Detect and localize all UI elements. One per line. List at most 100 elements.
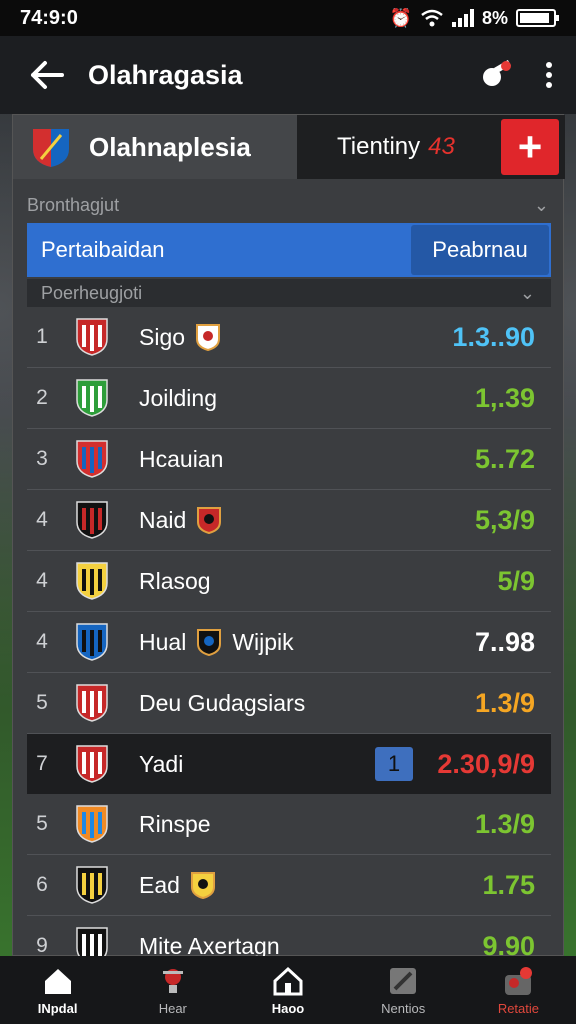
status-time: 74:9:0 <box>20 6 78 29</box>
table-row[interactable]: 4 Rlasog 5/9 <box>27 551 551 612</box>
rank-number: 7 <box>36 752 48 775</box>
table-row[interactable]: 4 Hual Wijpik 7..98 <box>27 612 551 673</box>
status-icons: ⏰ 8% <box>389 7 559 29</box>
team-crest-icon <box>76 501 108 539</box>
rank-number: 6 <box>36 873 48 896</box>
signal-icon <box>451 9 474 27</box>
sponsor-badge-icon <box>197 629 222 656</box>
table-row[interactable]: 7 Yadi 1 2.30,9/9 <box>27 734 551 794</box>
table-row[interactable]: 5 Rinspe 1.3/9 <box>27 794 551 855</box>
alarm-icon: ⏰ <box>389 7 412 28</box>
battery-icon <box>516 9 559 27</box>
sponsor-badge-icon <box>196 324 221 351</box>
team-cell: Hcauian <box>139 446 223 473</box>
team-cell: Yadi <box>139 751 183 778</box>
club-header: Olahnaplesia Tientiny 43 + <box>13 115 565 179</box>
sponsor-badge-icon <box>190 872 215 899</box>
rank-number: 4 <box>36 630 48 653</box>
team-cell: Rinspe <box>139 811 211 838</box>
team-name: Hcauian <box>139 445 224 472</box>
league-panel: Olahnaplesia Tientiny 43 + Bronthagjut ⌄… <box>12 114 565 977</box>
status-bar: 74:9:0 ⏰ 8% <box>0 0 576 36</box>
team-value: 7..98 <box>474 626 535 657</box>
team-crest-icon <box>76 745 108 783</box>
table-row[interactable]: 5 Deu Gudagsiars 1.3/9 <box>27 673 551 734</box>
rank-number: 5 <box>36 691 48 714</box>
territory-box[interactable]: Tientiny 43 + <box>297 115 565 179</box>
news-icon <box>390 967 417 994</box>
whistle-icon[interactable] <box>480 60 514 90</box>
team-value: 5,3/9 <box>474 504 535 535</box>
team-name: Hual <box>139 628 187 655</box>
team-crest-icon <box>76 684 108 722</box>
nav-label: INpdal <box>37 1000 78 1016</box>
team-cell: Rlasog <box>139 568 211 595</box>
team-name: Sigo <box>139 323 186 350</box>
app-bar: Olahragasia <box>0 36 576 114</box>
team-crest-icon <box>76 440 108 478</box>
rank-number: 5 <box>36 812 48 835</box>
table-row[interactable]: 4 Naid 5,3/9 <box>27 490 551 551</box>
team-crest-icon <box>76 805 108 843</box>
table-row[interactable]: 6 Ead 1.75 <box>27 855 551 916</box>
bottom-nav: INpdal Hear Haoo Nentios Retatie <box>0 956 576 1024</box>
rank-number: 1 <box>36 325 48 348</box>
add-button[interactable]: + <box>501 119 559 175</box>
nav-item-0[interactable]: INpdal <box>0 956 115 1024</box>
nav-item-2[interactable]: Haoo <box>230 956 345 1024</box>
team-value: 5..72 <box>474 443 535 474</box>
nav-label: Hear <box>158 1000 187 1016</box>
team-name: Naid <box>139 506 187 533</box>
team-cell: Deu Gudagsiars <box>139 690 305 717</box>
home-icon <box>44 968 71 994</box>
team-value: 1.3..90 <box>452 321 535 352</box>
profile-alert-icon <box>505 966 533 995</box>
team-value: 1.3/9 <box>474 808 535 839</box>
trophy-icon <box>162 968 183 993</box>
back-arrow-icon[interactable] <box>22 60 72 90</box>
rank-number: 2 <box>36 386 48 409</box>
nav-label: Retatie <box>497 1000 540 1016</box>
section-header-2[interactable]: Poerheugjoti ⌄ <box>27 279 551 307</box>
tab-right[interactable]: Peabrnau <box>411 225 549 275</box>
table-row[interactable]: 2 Joilding 1,.39 <box>27 368 551 429</box>
team-crest-icon <box>76 866 108 904</box>
section-header-1[interactable]: Bronthagjut ⌄ <box>13 191 565 219</box>
team-value: 1,.39 <box>474 382 535 413</box>
team-value: 1.3/9 <box>474 687 535 718</box>
team-name: Yadi <box>139 750 184 777</box>
team-cell: Ead <box>139 871 216 899</box>
house-outline-icon <box>273 966 303 995</box>
wifi-icon <box>421 9 443 27</box>
section-label-2: Poerheugjoti <box>41 282 143 303</box>
nav-item-3[interactable]: Nentios <box>346 956 461 1024</box>
territory-label: Tientiny <box>337 133 421 160</box>
rank-number: 9 <box>36 934 48 957</box>
tab-bar: Pertaibaidan Peabrnau <box>27 223 551 277</box>
rank-number: 4 <box>36 569 48 592</box>
team-value: 2.30,9/9 <box>437 748 535 779</box>
team-cell: Hual Wijpik <box>139 628 294 656</box>
team-crest-icon <box>76 623 108 661</box>
team-crest-icon <box>76 562 108 600</box>
chevron-down-icon: ⌄ <box>533 194 549 215</box>
team-value: 5/9 <box>497 565 535 596</box>
team-cell: Naid <box>139 506 222 534</box>
chevron-down-icon: ⌄ <box>519 282 535 303</box>
rank-number: 4 <box>36 508 48 531</box>
nav-item-1[interactable]: Hear <box>115 956 230 1024</box>
more-menu-icon[interactable] <box>544 61 554 89</box>
table-row[interactable]: 3 Hcauian 5..72 <box>27 429 551 490</box>
team-name: Deu Gudagsiars <box>139 689 306 716</box>
team-crest-icon <box>76 318 108 356</box>
nav-label: Nentios <box>381 1000 426 1016</box>
section-label-1: Bronthagjut <box>27 194 120 215</box>
battery-percent: 8% <box>481 7 508 28</box>
tab-left[interactable]: Pertaibaidan <box>41 237 411 263</box>
team-name: Joilding <box>139 384 217 411</box>
team-extra: Wijpik <box>232 628 294 655</box>
territory-value: 43 <box>428 133 455 160</box>
table-row[interactable]: 1 Sigo 1.3..90 <box>27 307 551 368</box>
nav-item-4[interactable]: Retatie <box>461 956 576 1024</box>
standings-list: 1 Sigo 1.3..90 2 Joilding 1,.39 3 Hcauian 5..72 4… <box>27 307 551 977</box>
